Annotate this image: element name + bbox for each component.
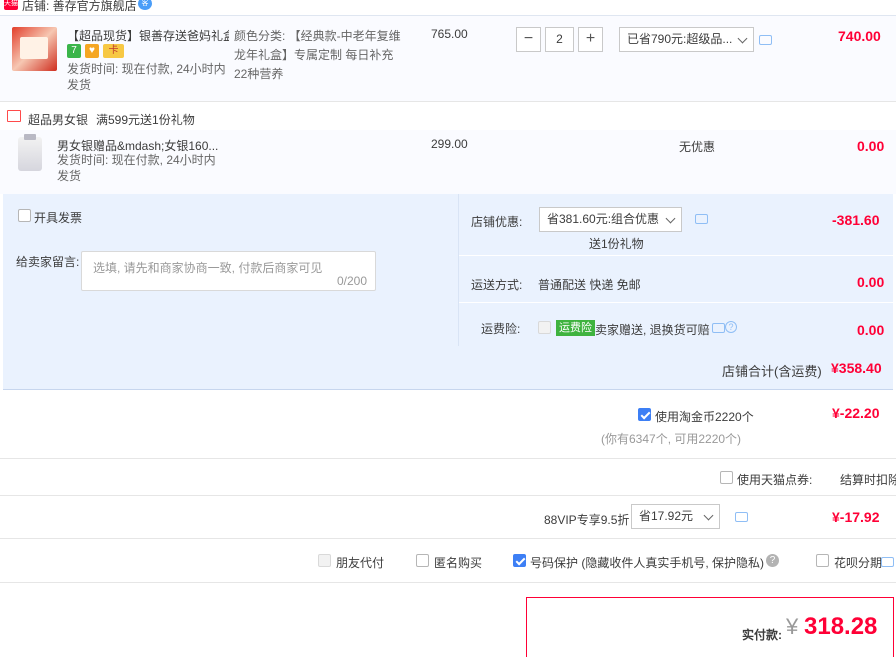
gift-subtotal: 0.00 (857, 138, 885, 154)
gift-icon (7, 110, 21, 122)
chevron-down-icon (737, 33, 748, 44)
panel-divider (458, 194, 459, 346)
friend-pay-checkbox (318, 554, 331, 567)
shop-total-amount: ¥358.40 (831, 360, 882, 376)
gift-shipping-time: 发货时间: 现在付款, 24小时内发货 (57, 153, 216, 183)
message-counter: 0/200 (336, 274, 367, 288)
delivery-label: 运送方式: (471, 278, 523, 292)
shipping-time: 发货时间: 现在付款, 24小时内发货 (67, 62, 226, 92)
vip-discount-select[interactable]: 省17.92元 (631, 504, 720, 529)
comment-icon[interactable] (735, 512, 748, 522)
seller-message-field[interactable]: 选填, 请先和商家协商一致, 付款后商家可见 0/200 (81, 251, 376, 291)
coins-note: (你有6347个, 可用2220个) (601, 432, 742, 446)
card-pay-icon: 卡 (103, 44, 124, 58)
seven-day-return-icon: 7 (67, 44, 81, 58)
chevron-down-icon (703, 510, 714, 521)
delivery-fee: 0.00 (857, 274, 885, 290)
help-icon[interactable]: ? (725, 321, 737, 333)
divider (459, 255, 893, 256)
item-promo-value: 已省790元:超级品... (627, 32, 733, 46)
privacy-checkbox[interactable] (513, 554, 526, 567)
insurance-fee: 0.00 (857, 322, 885, 338)
invoice-label: 开具发票 (34, 211, 83, 225)
qty-minus-button[interactable]: − (516, 27, 541, 52)
tmall-card-label: 使用天猫点券: (737, 473, 813, 487)
coins-discount: ¥-22.20 (832, 405, 880, 421)
product-title-link[interactable]: 【超品现货】银善存送爸妈礼盒... (67, 27, 229, 44)
insurance-text: 卖家赠送, 退换货可赔 (595, 323, 710, 337)
delivery-method: 普通配送 快递 免邮 (538, 278, 641, 292)
shop-discount-amount: -381.60 (832, 212, 880, 228)
vip-discount-value: 省17.92元 (639, 509, 694, 523)
comment-icon[interactable] (695, 214, 708, 224)
qty-input[interactable]: 2 (545, 27, 574, 52)
final-payment-label: 实付款: (742, 628, 782, 642)
comment-icon[interactable] (759, 35, 772, 45)
tmall-card-checkbox[interactable] (720, 471, 733, 484)
gift-promo: 无优惠 (679, 140, 716, 154)
vip-label: 88VIP专享9.5折 (544, 513, 630, 527)
shop-name-link[interactable]: 店铺: 善存官方旗舰店 (22, 0, 137, 14)
divider (0, 538, 896, 539)
vip-discount-amount: ¥-17.92 (832, 509, 880, 525)
shop-discount-select[interactable]: 省381.60元:组合优惠 (539, 207, 682, 232)
message-placeholder: 选填, 请先和商家协商一致, 付款后商家可见 (93, 261, 323, 275)
help-icon[interactable]: ? (766, 554, 779, 567)
coins-checkbox[interactable] (638, 408, 651, 421)
insurance-tag: 运费险 (556, 320, 595, 336)
final-payment-amount: 318.28 (804, 613, 878, 640)
item-subtotal: 740.00 (838, 28, 881, 44)
divider (459, 302, 893, 303)
anonymous-checkbox[interactable] (416, 554, 429, 567)
shop-discount-value: 省381.60元:组合优惠 (547, 212, 660, 226)
gift-thumbnail[interactable] (18, 134, 42, 171)
gift-group-name: 超品男女银 (28, 113, 89, 127)
insurance-label: 运费险: (481, 322, 521, 336)
currency-symbol: ¥ (786, 614, 799, 639)
guarantee-icon: ♥ (85, 44, 99, 58)
shop-total-label: 店铺合计(含运费) (722, 364, 822, 379)
huabei-checkbox[interactable] (816, 554, 829, 567)
tmall-card-note: 结算时扣除 (840, 473, 896, 487)
comment-icon[interactable] (712, 323, 725, 333)
friend-pay-label: 朋友代付 (336, 556, 385, 570)
divider (0, 582, 896, 583)
invoice-checkbox[interactable] (18, 209, 31, 222)
huabei-label: 花呗分期 (834, 556, 883, 570)
gift-rule: 满599元送1份礼物 (96, 113, 195, 127)
anonymous-label: 匿名购买 (434, 556, 483, 570)
qty-plus-button[interactable]: + (578, 27, 603, 52)
coins-label: 使用淘金币2220个 (655, 410, 754, 424)
item-promo-select[interactable]: 已省790元:超级品... (619, 27, 754, 52)
message-label: 给卖家留言: (16, 255, 80, 269)
comment-icon[interactable] (881, 557, 894, 567)
gift-unit-price: 299.00 (431, 137, 468, 151)
product-thumbnail[interactable] (12, 27, 57, 71)
shop-discount-label: 店铺优惠: (471, 215, 523, 229)
unit-price: 765.00 (431, 27, 468, 41)
sku-info: 颜色分类: 【经典款-中老年复维龙年礼盒】专属定制 每日补充22种营养 (234, 29, 401, 81)
insurance-checkbox (538, 321, 551, 334)
gift-note: 送1份礼物 (589, 237, 644, 251)
tmall-badge-icon: 天猫 (4, 0, 18, 10)
chevron-down-icon (665, 213, 676, 224)
privacy-label: 号码保护 (隐藏收件人真实手机号, 保护隐私) (530, 556, 764, 570)
divider (0, 495, 896, 496)
divider (0, 458, 896, 459)
